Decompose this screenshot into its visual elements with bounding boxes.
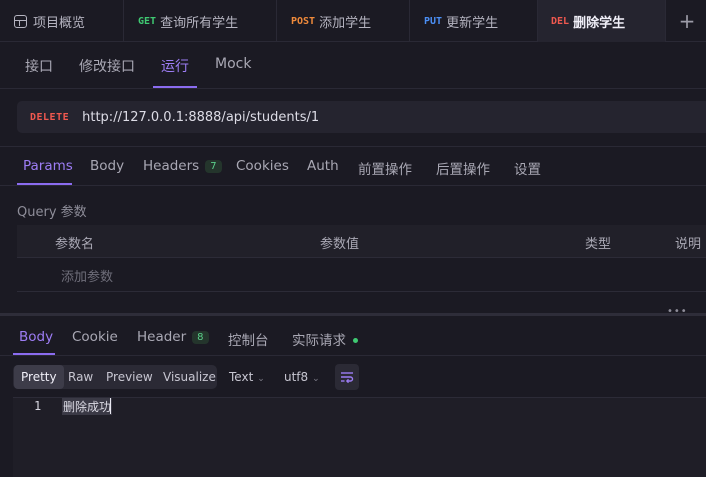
chevron-down-icon: ⌄ <box>312 374 320 384</box>
column-param-value: 参数值 <box>320 237 360 252</box>
tab-label: 删除学生 <box>573 15 626 31</box>
chevron-down-icon: ⌄ <box>257 374 265 384</box>
tab-put-student[interactable]: PUT 更新学生 <box>410 0 538 42</box>
response-tab-body[interactable]: Body <box>19 329 53 345</box>
add-param-input[interactable]: 添加参数 <box>61 266 113 285</box>
table-row-border <box>17 291 706 292</box>
tab-pre-request[interactable]: 前置操作 <box>358 158 412 178</box>
response-tab-header-label: Header <box>137 329 187 345</box>
headers-count-badge: 7 <box>205 160 222 173</box>
mode-preview[interactable]: Preview <box>106 365 153 389</box>
subnav-mock[interactable]: Mock <box>215 56 251 72</box>
tab-headers[interactable]: Headers 7 <box>143 158 222 174</box>
panel-splitter[interactable] <box>0 313 706 316</box>
response-tab-console[interactable]: 控制台 <box>228 329 269 349</box>
mode-raw[interactable]: Raw <box>68 365 93 389</box>
column-type: 类型 <box>585 237 612 252</box>
column-description: 说明 <box>675 237 702 252</box>
mode-pretty[interactable]: Pretty <box>14 365 64 389</box>
tab-cookies[interactable]: Cookies <box>236 158 289 174</box>
project-grid-icon <box>14 14 27 28</box>
response-tab-header[interactable]: Header 8 <box>137 329 209 345</box>
word-wrap-button[interactable] <box>335 364 359 390</box>
header-count-badge: 8 <box>192 331 209 344</box>
subnav-edit-interface[interactable]: 修改接口 <box>79 56 135 76</box>
format-select[interactable]: Text ⌄ <box>229 370 265 384</box>
tab-get-students[interactable]: GET 查询所有学生 <box>124 0 277 42</box>
response-body-text[interactable]: 删除成功 <box>62 398 113 415</box>
tab-post-request[interactable]: 后置操作 <box>436 158 490 178</box>
tab-body[interactable]: Body <box>90 158 124 174</box>
response-tab-actual-request[interactable]: 实际请求 <box>292 329 358 349</box>
request-tab-bar: 项目概览 GET 查询所有学生 POST 添加学生 PUT 更新学生 DEL 删… <box>0 0 706 42</box>
mode-visualize[interactable]: Visualize <box>163 365 216 389</box>
tab-label: 添加学生 <box>319 15 372 31</box>
divider <box>0 355 706 356</box>
divider <box>0 88 706 89</box>
method-badge: DEL <box>551 15 570 27</box>
tab-settings[interactable]: 设置 <box>514 158 541 178</box>
divider <box>0 146 706 147</box>
line-number: 1 <box>34 399 42 413</box>
tab-delete-student[interactable]: DEL 删除学生 <box>538 0 666 42</box>
response-tab-cookie[interactable]: Cookie <box>72 329 118 345</box>
method-badge: POST <box>291 15 316 27</box>
response-tab-actual-label: 实际请求 <box>292 333 346 349</box>
url-input[interactable]: http://127.0.0.1:8888/api/students/1 <box>82 110 319 125</box>
format-select-value: Text <box>229 370 254 384</box>
http-method[interactable]: DELETE <box>30 112 69 123</box>
subnav-run[interactable]: 运行 <box>161 56 189 76</box>
plus-icon[interactable]: + <box>676 8 698 34</box>
method-badge: GET <box>138 15 157 27</box>
tab-label: 项目概览 <box>33 15 86 31</box>
status-dot-icon <box>353 338 358 343</box>
tab-headers-label: Headers <box>143 158 200 174</box>
tab-auth[interactable]: Auth <box>307 158 339 174</box>
text-cursor <box>110 398 111 414</box>
method-badge: PUT <box>424 15 443 27</box>
encoding-select-value: utf8 <box>284 370 309 384</box>
query-section-title: Query 参数 <box>17 205 87 220</box>
response-editor[interactable] <box>13 397 706 477</box>
encoding-select[interactable]: utf8 ⌄ <box>284 370 320 384</box>
word-wrap-icon <box>341 372 354 384</box>
column-param-name: 参数名 <box>55 237 95 252</box>
tab-project-overview[interactable]: 项目概览 <box>0 0 124 42</box>
tab-post-student[interactable]: POST 添加学生 <box>277 0 410 42</box>
divider <box>0 185 706 186</box>
tab-label: 查询所有学生 <box>160 15 239 31</box>
tab-label: 更新学生 <box>446 15 499 31</box>
subnav-interface[interactable]: 接口 <box>25 56 53 76</box>
tab-params[interactable]: Params <box>23 158 73 174</box>
url-bar[interactable]: DELETE http://127.0.0.1:8888/api/student… <box>17 101 706 133</box>
